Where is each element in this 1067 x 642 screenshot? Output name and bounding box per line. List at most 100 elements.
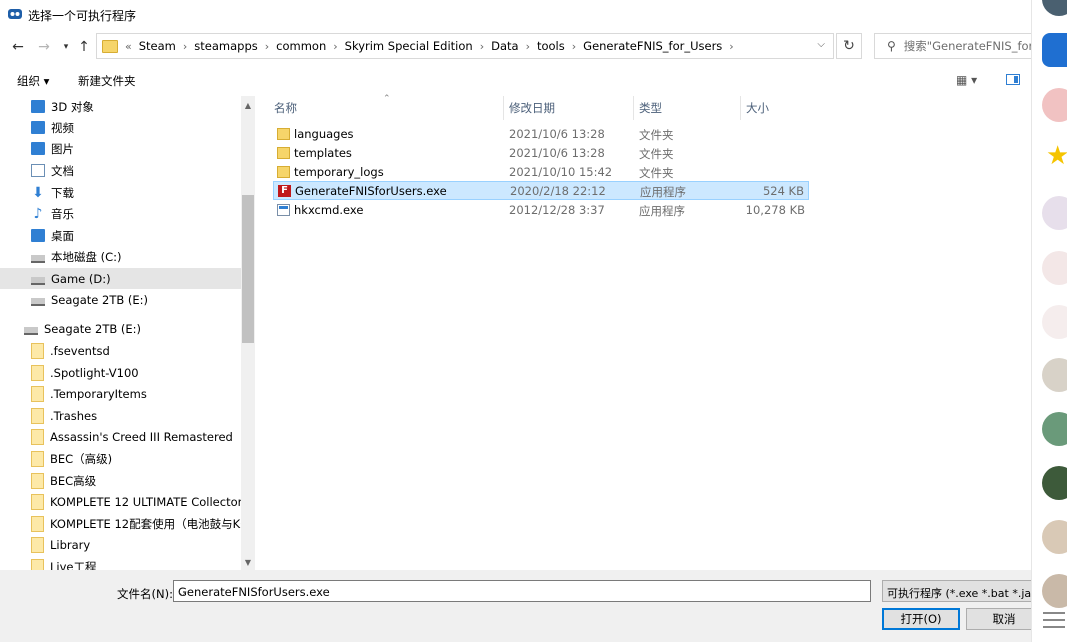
file-type: 应用程序 — [639, 204, 685, 218]
sidebar-item[interactable]: 视频 — [0, 117, 241, 138]
chevron-down-icon[interactable]: ⌵ — [817, 39, 825, 50]
video-icon — [31, 121, 45, 134]
sidebar-item-label: .TemporaryItems — [50, 386, 147, 401]
avatar[interactable] — [1042, 358, 1067, 392]
avatar[interactable] — [1042, 88, 1067, 122]
drive-icon — [31, 254, 45, 263]
address-bar[interactable]: « Steam › steamapps › common › Skyrim Special … — [96, 33, 834, 59]
file-row[interactable]: F GenerateFNISforUsers.exe 2020/2/18 22:12… — [273, 181, 809, 200]
recent-locations-chevron-icon[interactable]: ▾ — [57, 38, 75, 56]
view-options-icon[interactable]: ▦ ▾ — [956, 73, 977, 87]
forward-arrow-icon[interactable]: → — [35, 38, 53, 56]
breadcrumb-item[interactable]: steamapps — [187, 39, 264, 53]
file-list: ⌃ 名称 修改日期 类型 大小 languages 2021/10/6 13:28… — [256, 94, 1031, 570]
sidebar-item[interactable]: Live工程 — [0, 556, 241, 570]
breadcrumb-item[interactable]: common — [269, 39, 333, 53]
column-divider[interactable] — [633, 96, 634, 120]
folder-icon — [31, 472, 44, 489]
sidebar-item-label: KOMPLETE 12配套使用（电池鼓与K6智 — [50, 516, 241, 531]
avatar[interactable] — [1042, 412, 1067, 446]
sidebar-item[interactable]: KOMPLETE 12配套使用（电池鼓与K6智 — [0, 513, 241, 534]
sidebar-item[interactable]: 本地磁盘 (C:) — [0, 246, 241, 267]
sidebar-item[interactable]: 桌面 — [0, 225, 241, 246]
drive-icon — [31, 297, 45, 306]
cube-icon — [31, 100, 45, 113]
avatar[interactable] — [1042, 0, 1067, 16]
column-divider[interactable] — [740, 96, 741, 120]
sidebar-item[interactable]: .TemporaryItems — [0, 383, 241, 404]
sidebar-item[interactable]: Assassin's Creed III Remastered — [0, 426, 241, 447]
title-bar: 选择一个可执行程序 — [0, 0, 1031, 30]
chevron-right-icon[interactable]: › — [729, 40, 733, 53]
avatar[interactable] — [1042, 196, 1067, 230]
sidebar-item[interactable]: Game (D:) — [0, 268, 241, 289]
file-date: 2021/10/6 13:28 — [509, 127, 605, 141]
scroll-up-icon[interactable]: ▲ — [241, 98, 255, 112]
navigation-pane: 3D 对象 视频 图片 文档 ⬇ 下载 ♪ 音乐 桌面 本地磁盘 (C:) Game (D:) Sea… — [0, 96, 241, 570]
column-header-name[interactable]: 名称 — [274, 100, 297, 116]
breadcrumb-item[interactable]: Steam — [132, 39, 183, 53]
folder-icon — [31, 536, 44, 553]
column-header-date[interactable]: 修改日期 — [509, 100, 555, 116]
sidebar-item[interactable]: KOMPLETE 12 ULTIMATE Collector典 — [0, 491, 241, 512]
preview-pane-icon[interactable] — [1006, 74, 1020, 85]
file-row[interactable]: languages 2021/10/6 13:28 文件夹 — [273, 125, 809, 144]
sidebar-item[interactable]: .Spotlight-V100 — [0, 362, 241, 383]
sidebar-item[interactable]: Seagate 2TB (E:) — [0, 289, 241, 310]
star-icon[interactable]: ★ — [1042, 141, 1067, 175]
sidebar-item-label: 桌面 — [51, 228, 74, 243]
breadcrumb-overflow[interactable]: « — [125, 40, 132, 53]
avatar[interactable] — [1042, 520, 1067, 554]
filetype-select[interactable]: 可执行程序 (*.exe *.bat *.jar) — [882, 580, 1031, 602]
sidebar-item[interactable]: ♪ 音乐 — [0, 203, 241, 224]
sidebar-item[interactable]: 3D 对象 — [0, 96, 241, 117]
sidebar-item[interactable]: Seagate 2TB (E:) — [0, 318, 241, 339]
search-box[interactable]: ⚲ 搜索"GenerateFNIS_for_Users" — [874, 33, 1031, 59]
window-title: 选择一个可执行程序 — [28, 9, 137, 23]
filename-input[interactable]: GenerateFNISforUsers.exe ⌵ — [173, 580, 871, 602]
sidebar-item[interactable]: 图片 — [0, 138, 241, 159]
avatar[interactable] — [1042, 305, 1067, 339]
breadcrumb-item[interactable]: tools — [530, 39, 572, 53]
sidebar-item[interactable]: .Trashes — [0, 405, 241, 426]
breadcrumb-item[interactable]: Skyrim Special Edition — [338, 39, 480, 53]
sidebar-item[interactable]: BEC（高级) — [0, 448, 241, 469]
cancel-button[interactable]: 取消 — [966, 608, 1031, 630]
file-name: temporary_logs — [294, 165, 384, 179]
avatar[interactable] — [1042, 33, 1067, 67]
scroll-down-icon[interactable]: ▼ — [241, 555, 255, 569]
music-icon: ♪ — [33, 205, 43, 222]
file-row[interactable]: templates 2021/10/6 13:28 文件夹 — [273, 144, 809, 163]
avatar[interactable] — [1042, 574, 1067, 608]
organize-menu[interactable]: 组织 ▾ — [17, 73, 49, 89]
sidebar-item[interactable]: .fseventsd — [0, 340, 241, 361]
refresh-button[interactable]: ↻ — [836, 33, 862, 59]
sidebar-item[interactable]: 文档 — [0, 160, 241, 181]
avatar[interactable] — [1042, 251, 1067, 285]
avatar[interactable] — [1042, 466, 1067, 500]
column-header-type[interactable]: 类型 — [639, 100, 662, 116]
sidebar-item[interactable]: Library — [0, 534, 241, 555]
file-row[interactable]: temporary_logs 2021/10/10 15:42 文件夹 — [273, 163, 809, 182]
chat-side-panel: ★ — [1031, 0, 1067, 642]
document-icon — [31, 164, 45, 177]
hamburger-menu-icon[interactable] — [1043, 612, 1065, 628]
navigation-scrollbar-thumb[interactable] — [242, 195, 254, 343]
breadcrumb-item[interactable]: Data — [484, 39, 525, 53]
sidebar-item[interactable]: BEC高级 — [0, 470, 241, 491]
picture-icon — [31, 142, 45, 155]
navigation-row: ← → ▾ ↑ « Steam › steamapps › common › Skyrim … — [0, 30, 1031, 64]
sidebar-item-label: 图片 — [51, 141, 74, 156]
folder-icon — [31, 364, 44, 381]
filetype-value: 可执行程序 (*.exe *.bat *.jar) — [887, 587, 1031, 600]
column-header-size[interactable]: 大小 — [746, 100, 769, 116]
back-arrow-icon[interactable]: ← — [9, 38, 27, 56]
open-button[interactable]: 打开(O) — [882, 608, 960, 630]
up-arrow-icon[interactable]: ↑ — [75, 38, 93, 56]
file-row[interactable]: hkxcmd.exe 2012/12/28 3:37 应用程序 10,278 KB — [273, 201, 809, 220]
new-folder-button[interactable]: 新建文件夹 — [78, 73, 136, 89]
chevron-down-icon[interactable]: ⌵ — [178, 585, 866, 600]
sidebar-item[interactable]: ⬇ 下载 — [0, 182, 241, 203]
breadcrumb-item[interactable]: GenerateFNIS_for_Users — [576, 39, 729, 53]
column-divider[interactable] — [503, 96, 504, 120]
